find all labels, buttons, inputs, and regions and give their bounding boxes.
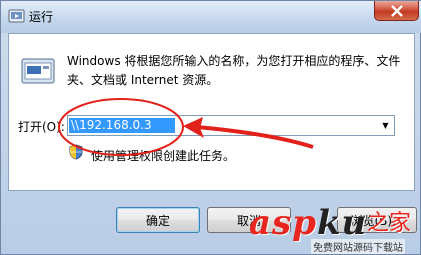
close-icon xyxy=(390,4,403,17)
combo-dropdown-button[interactable]: ▼ xyxy=(377,116,394,135)
admin-note: 使用管理权限创建此任务。 xyxy=(91,149,236,163)
watermark-subtitle: 免费网站源码下载站 xyxy=(311,239,405,254)
run-icon xyxy=(21,58,55,84)
ok-button[interactable]: 确定 xyxy=(116,207,200,233)
chevron-down-icon: ▼ xyxy=(382,121,389,130)
dialog-description: Windows 将根据您所输入的名称，为您打开相应的程序、文件夹、文档或 Int… xyxy=(67,54,401,87)
open-input-selection[interactable]: \\192.168.0.3 xyxy=(69,118,175,133)
watermark-logo: aspku xyxy=(249,203,368,243)
run-app-icon xyxy=(8,9,25,23)
dialog-client-area: Windows 将根据您所输入的名称，为您打开相应的程序、文件夹、文档或 Int… xyxy=(8,33,415,191)
close-button[interactable] xyxy=(374,1,419,21)
window-title: 运行 xyxy=(29,10,54,24)
title-bar[interactable]: 运行 xyxy=(1,1,421,33)
watermark-logo-cn: 之家 xyxy=(367,211,412,236)
run-dialog-window: 运行 Windows 将根据您所输入的名称，为您打开相应的程序、文件夹、文档或 … xyxy=(0,0,421,255)
open-combobox[interactable]: \\192.168.0.3 ▼ xyxy=(67,115,395,136)
open-input-value: \\192.168.0.3 xyxy=(71,118,152,132)
shield-icon xyxy=(69,144,83,160)
open-label: 打开(O): xyxy=(18,120,65,134)
watermark: aspku 之家 免费网站源码下载站 xyxy=(249,201,421,255)
